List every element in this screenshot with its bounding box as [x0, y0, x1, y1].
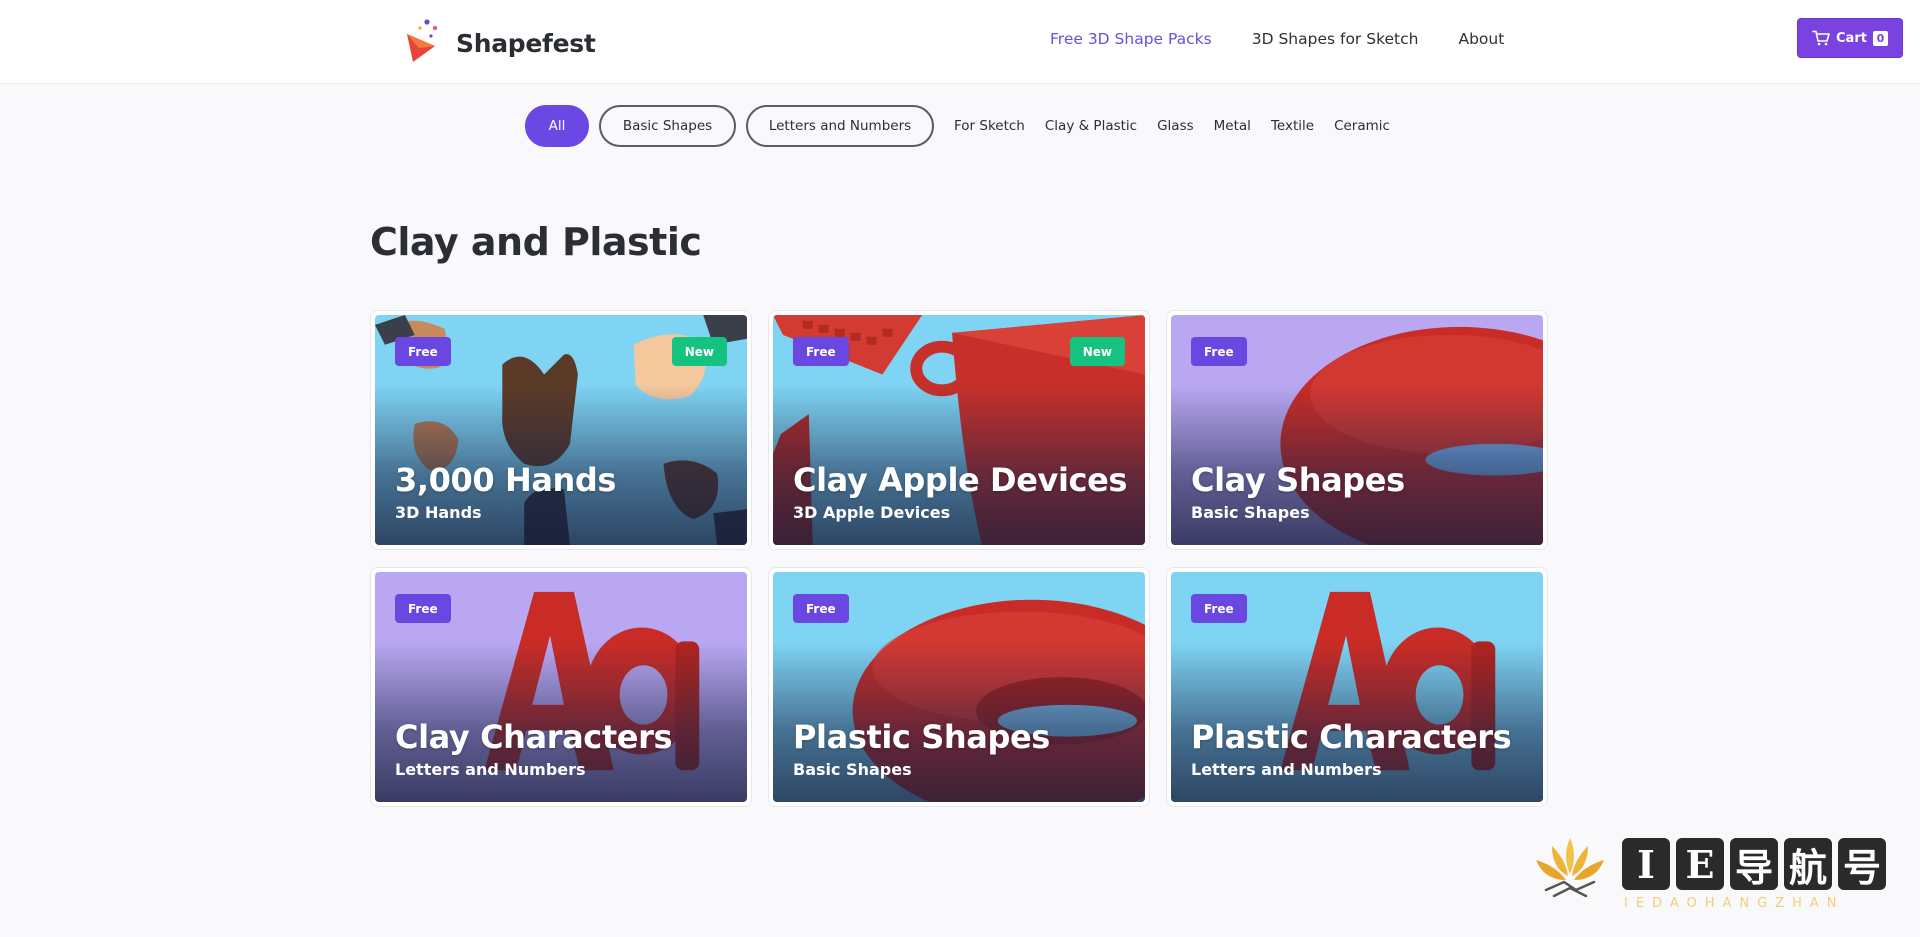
card-subtitle: Letters and Numbers	[395, 760, 586, 779]
cart-count-badge: 0	[1872, 30, 1888, 46]
card-subtitle: Basic Shapes	[1191, 503, 1310, 522]
card-title: Clay Shapes	[1191, 461, 1405, 499]
pack-card-image: Free New Clay Apple Devices 3D Apple Dev…	[773, 315, 1145, 545]
watermark: I E 导 航 号 IEDAOHANGZHAN	[1530, 830, 1900, 925]
pack-card-plastic-characters[interactable]: Free Plastic Characters Letters and Numb…	[1166, 567, 1548, 807]
nav-about[interactable]: About	[1458, 30, 1504, 48]
free-badge: Free	[793, 594, 849, 623]
free-badge: Free	[1191, 337, 1247, 366]
filter-letters-and-numbers[interactable]: Letters and Numbers	[746, 105, 934, 147]
nav-free-3d-shape-packs[interactable]: Free 3D Shape Packs	[1050, 30, 1212, 48]
watermark-char: 号	[1838, 838, 1886, 890]
watermark-text: I E 导 航 号	[1622, 838, 1886, 890]
filter-all[interactable]: All	[525, 105, 589, 147]
pack-card-devices[interactable]: Free New Clay Apple Devices 3D Apple Dev…	[768, 310, 1150, 550]
page-title: Clay and Plastic	[370, 220, 702, 264]
filter-for-sketch[interactable]: For Sketch	[954, 118, 1025, 134]
cart-button[interactable]: Cart 0	[1797, 18, 1903, 58]
pack-card-image: Free Plastic Shapes Basic Shapes	[773, 572, 1145, 802]
watermark-char: I	[1622, 838, 1670, 890]
logo[interactable]: Shapefest	[405, 18, 596, 64]
pack-card-image: Free New 3,000 Hands 3D Hands	[375, 315, 747, 545]
card-title: Plastic Shapes	[793, 718, 1050, 756]
free-badge: Free	[395, 337, 451, 366]
card-subtitle: Letters and Numbers	[1191, 760, 1382, 779]
pack-grid: Free New 3,000 Hands 3D Hands Free New C…	[370, 310, 1548, 807]
lotus-handshake-icon	[1536, 838, 1604, 898]
main-nav: Free 3D Shape Packs 3D Shapes for Sketch…	[1050, 30, 1504, 48]
card-title: Clay Characters	[395, 718, 673, 756]
cart-icon	[1812, 30, 1830, 46]
watermark-char: E	[1676, 838, 1724, 890]
filter-metal[interactable]: Metal	[1214, 118, 1251, 134]
new-badge: New	[671, 337, 727, 366]
card-title: Clay Apple Devices	[793, 461, 1128, 499]
pack-card-plastic-shapes[interactable]: Free Plastic Shapes Basic Shapes	[768, 567, 1150, 807]
cart-label: Cart	[1836, 30, 1867, 46]
watermark-char: 航	[1784, 838, 1832, 890]
free-badge: Free	[793, 337, 849, 366]
pack-card-image: Free Clay Characters Letters and Numbers	[375, 572, 747, 802]
watermark-subtext: IEDAOHANGZHAN	[1624, 896, 1845, 911]
card-title: Plastic Characters	[1191, 718, 1512, 756]
pack-card-clay-shapes[interactable]: Free Clay Shapes Basic Shapes	[1166, 310, 1548, 550]
filter-clay-plastic[interactable]: Clay & Plastic	[1045, 118, 1137, 134]
site-header: Shapefest Free 3D Shape Packs 3D Shapes …	[0, 0, 1920, 84]
new-badge: New	[1069, 337, 1125, 366]
filter-glass[interactable]: Glass	[1157, 118, 1194, 134]
category-filters: All Basic Shapes Letters and Numbers For…	[525, 105, 1400, 147]
filter-basic-shapes[interactable]: Basic Shapes	[599, 105, 736, 147]
pack-card-image: Free Plastic Characters Letters and Numb…	[1171, 572, 1543, 802]
card-title: 3,000 Hands	[395, 461, 617, 499]
card-subtitle: 3D Apple Devices	[793, 503, 951, 522]
filter-textile[interactable]: Textile	[1271, 118, 1314, 134]
filter-ceramic[interactable]: Ceramic	[1334, 118, 1390, 134]
nav-3d-shapes-for-sketch[interactable]: 3D Shapes for Sketch	[1252, 30, 1419, 48]
pack-card-clay-characters[interactable]: Free Clay Characters Letters and Numbers	[370, 567, 752, 807]
pack-card-image: Free Clay Shapes Basic Shapes	[1171, 315, 1543, 545]
shapefest-logo-icon	[407, 19, 438, 62]
free-badge: Free	[1191, 594, 1247, 623]
logo-text: Shapefest	[456, 29, 596, 58]
free-badge: Free	[395, 594, 451, 623]
card-subtitle: 3D Hands	[395, 503, 482, 522]
pack-card-hands[interactable]: Free New 3,000 Hands 3D Hands	[370, 310, 752, 550]
card-subtitle: Basic Shapes	[793, 760, 912, 779]
watermark-char: 导	[1730, 838, 1778, 890]
